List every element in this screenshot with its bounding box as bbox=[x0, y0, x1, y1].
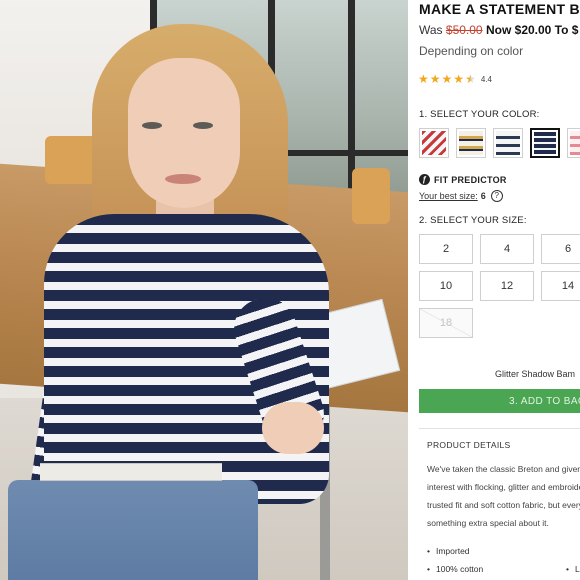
photo-model-eye bbox=[142, 122, 162, 129]
color-swatch-navy-glitter-stripe[interactable] bbox=[530, 128, 560, 158]
color-swatch-gold-stripe[interactable] bbox=[456, 128, 486, 158]
star-half-icon: ★ bbox=[465, 72, 476, 86]
product-info-panel: MAKE A STATEMENT BRETON TOP Was $50.00 N… bbox=[408, 0, 580, 580]
size-option-grid: 2 4 6 10 12 14 18 bbox=[419, 234, 580, 338]
color-swatch-red-white-pattern[interactable] bbox=[419, 128, 449, 158]
rating-value: 4.4 bbox=[480, 74, 492, 84]
help-icon[interactable]: ? bbox=[490, 190, 503, 202]
size-option-unavailable: 18 bbox=[419, 308, 473, 338]
fit-predictor-title: FIT PREDICTOR bbox=[434, 174, 507, 185]
product-details-title: PRODUCT DETAILS bbox=[427, 440, 511, 450]
product-bullet: Imported bbox=[427, 546, 470, 556]
product-description-line: interest with flocking, glitter and embr… bbox=[427, 482, 580, 492]
price-was-label: Was bbox=[419, 23, 443, 37]
product-bullet: 100% cotton bbox=[427, 564, 483, 574]
product-bullet: Length bbox=[566, 564, 580, 574]
rating-stars[interactable]: ★ ★ ★ ★ ★ 4.4 bbox=[418, 72, 492, 86]
photo-chair bbox=[352, 168, 390, 224]
size-option[interactable]: 10 bbox=[419, 271, 473, 301]
color-swatch-navy-white-stripe[interactable] bbox=[493, 128, 523, 158]
product-title: MAKE A STATEMENT BRETON TOP bbox=[419, 1, 580, 17]
selected-color-name: Glitter Shadow Bam bbox=[495, 369, 576, 379]
photo-jeans bbox=[8, 480, 258, 580]
star-icon: ★ bbox=[418, 72, 429, 86]
size-selector-label: 2. SELECT YOUR SIZE: bbox=[419, 215, 527, 226]
add-to-bag-button[interactable]: 3. ADD TO BAG bbox=[419, 389, 580, 413]
fit-predictor-icon: ƒ bbox=[419, 174, 430, 185]
photo-model-hand bbox=[262, 402, 324, 454]
product-price: Was $50.00 Now $20.00 To $ bbox=[419, 22, 578, 38]
price-now-label: Now bbox=[485, 23, 512, 37]
price-was: $50.00 bbox=[445, 23, 483, 37]
fit-predictor: ƒ FIT PREDICTOR bbox=[419, 174, 507, 185]
size-option[interactable]: 6 bbox=[541, 234, 580, 264]
product-description-line: trusted fit and soft cotton fabric, but … bbox=[427, 500, 580, 510]
best-size-value: 6 bbox=[480, 191, 486, 201]
star-icon: ★ bbox=[453, 72, 465, 86]
product-description-line: something extra special about it. bbox=[427, 518, 549, 528]
best-size: Your best size: 6 ? bbox=[419, 190, 503, 202]
photo-model-lips bbox=[165, 174, 201, 184]
best-size-link[interactable]: Your best size: bbox=[419, 191, 478, 201]
price-now: $20.00 To $ bbox=[514, 23, 579, 37]
star-icon: ★ bbox=[441, 72, 453, 86]
star-icon: ★ bbox=[429, 72, 441, 86]
color-swatch-list bbox=[419, 128, 580, 158]
color-selector-label: 1. SELECT YOUR COLOR: bbox=[419, 109, 540, 120]
size-option[interactable]: 12 bbox=[480, 271, 534, 301]
product-details-section: PRODUCT DETAILS We've taken the classic … bbox=[419, 428, 580, 580]
size-option[interactable]: 2 bbox=[419, 234, 473, 264]
color-swatch-pink-stripe[interactable] bbox=[567, 128, 580, 158]
price-note: Depending on color bbox=[419, 44, 524, 58]
size-option[interactable]: 4 bbox=[480, 234, 534, 264]
photo-belt bbox=[40, 463, 222, 481]
photo-model-face bbox=[128, 58, 240, 208]
size-option[interactable]: 14 bbox=[541, 271, 580, 301]
product-photo[interactable] bbox=[0, 0, 408, 580]
photo-model-eye bbox=[193, 122, 213, 129]
product-description-line: We've taken the classic Breton and given bbox=[427, 464, 580, 474]
